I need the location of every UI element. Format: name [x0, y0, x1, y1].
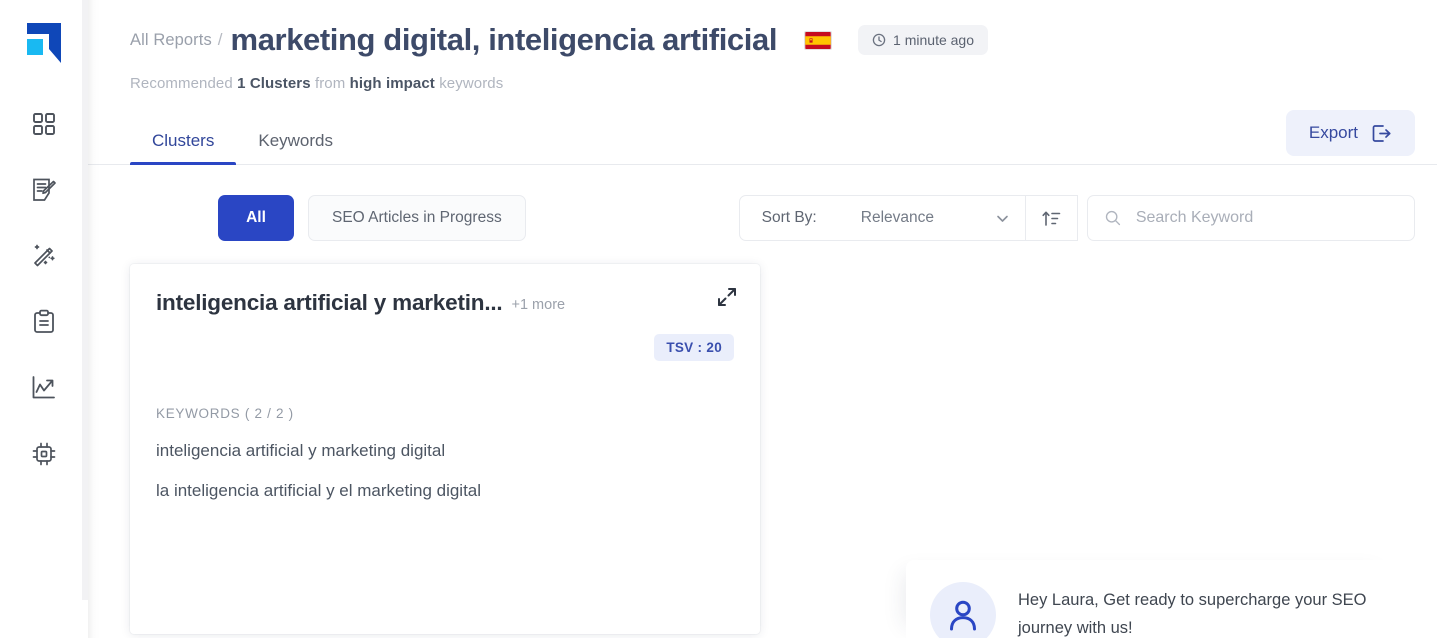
sidebar-item-dashboard[interactable] — [28, 108, 60, 140]
page-subtitle: Recommended 1 Clusters from high impact … — [130, 75, 1437, 92]
title-row: All Reports / marketing digital, intelig… — [130, 22, 1437, 58]
cluster-card[interactable]: inteligencia artificial y marketin... +1… — [130, 264, 760, 634]
search-input[interactable] — [1135, 209, 1398, 227]
filter-bar: All SEO Articles in Progress Sort By: Re… — [88, 195, 1437, 241]
cluster-metrics-row: TSV : 20 — [156, 334, 734, 361]
sidebar-item-analytics[interactable] — [28, 372, 60, 404]
trending-chart-icon — [32, 376, 55, 399]
subtitle-prefix: Recommended — [130, 75, 233, 92]
user-avatar-icon — [950, 600, 976, 631]
breadcrumb-separator: / — [217, 30, 223, 49]
chat-widget[interactable]: Hey Laura, Get ready to supercharge your… — [906, 560, 1403, 638]
expand-diagonal-icon[interactable] — [716, 286, 738, 308]
sidebar-item-automation[interactable] — [28, 438, 60, 470]
subtitle-cluster-count: 1 Clusters — [237, 75, 311, 92]
grid-dashboard-icon — [33, 113, 55, 135]
sort-and-search-controls: Sort By: Relevance — [738, 195, 1415, 241]
cluster-more-badge[interactable]: +1 more — [511, 297, 565, 313]
subtitle-middle: from — [314, 75, 346, 92]
keywords-section-label: KEYWORDS ( 2 / 2 ) — [156, 406, 734, 421]
chevron-down-icon — [994, 210, 1011, 227]
sort-dropdown[interactable]: Sort By: Relevance — [738, 195, 1026, 241]
filter-chip-all[interactable]: All — [218, 195, 294, 241]
sidebar-item-content-editor[interactable] — [28, 174, 60, 206]
clipboard-icon — [34, 309, 54, 333]
sidebar-nav — [28, 108, 60, 470]
flag-spain-icon — [804, 30, 833, 50]
cluster-title: inteligencia artificial y marketin... — [156, 290, 503, 315]
subtitle-emphasis: high impact — [349, 75, 435, 92]
export-arrow-icon — [1372, 124, 1391, 142]
list-item[interactable]: inteligencia artificial y marketing digi… — [156, 441, 734, 461]
cluster-card-header: inteligencia artificial y marketin... +1… — [156, 290, 734, 316]
magic-wand-icon — [34, 244, 55, 267]
sort-label: Sort By: — [761, 209, 817, 226]
timestamp-badge: 1 minute ago — [858, 25, 988, 55]
avatar — [930, 582, 996, 638]
sidebar-item-ai-writer[interactable] — [28, 240, 60, 272]
tab-keywords[interactable]: Keywords — [236, 131, 355, 164]
logo-mark-icon — [27, 23, 61, 63]
filter-chip-seo-articles-in-progress[interactable]: SEO Articles in Progress — [308, 195, 526, 241]
subtitle-suffix: keywords — [439, 75, 504, 92]
list-item[interactable]: la inteligencia artificial y el marketin… — [156, 481, 734, 501]
breadcrumb-all-reports[interactable]: All Reports — [130, 31, 212, 50]
tsv-badge: TSV : 20 — [654, 334, 734, 361]
search-icon — [1105, 210, 1121, 226]
tab-bar: Clusters Keywords Export — [88, 110, 1437, 165]
page-header: All Reports / marketing digital, intelig… — [88, 0, 1437, 92]
export-button-label: Export — [1308, 123, 1358, 142]
main-content: All Reports / marketing digital, intelig… — [88, 0, 1437, 638]
sidebar-scrollbar[interactable] — [82, 0, 88, 600]
sort-ascending-icon — [1042, 211, 1061, 226]
sort-selected-value: Relevance — [860, 209, 934, 226]
chat-message: Hey Laura, Get ready to supercharge your… — [1018, 591, 1367, 638]
keywords-count: ( 2 / 2 ) — [244, 406, 294, 421]
export-button[interactable]: Export — [1285, 110, 1415, 156]
sidebar-item-reports[interactable] — [28, 306, 60, 338]
sidebar — [0, 0, 88, 638]
cpu-chip-icon — [32, 442, 56, 466]
page-title: marketing digital, inteligencia artifici… — [230, 22, 778, 57]
timestamp-text: 1 minute ago — [893, 32, 974, 48]
clock-icon — [872, 33, 886, 47]
sort-direction-button[interactable] — [1026, 195, 1078, 241]
search-field-wrapper[interactable] — [1087, 195, 1415, 241]
document-edit-icon — [33, 178, 56, 201]
tab-clusters[interactable]: Clusters — [130, 131, 237, 165]
keywords-label-text: KEYWORDS — [156, 406, 241, 421]
app-root: All Reports / marketing digital, intelig… — [0, 0, 1437, 638]
app-logo[interactable] — [24, 20, 64, 64]
keywords-list: inteligencia artificial y marketing digi… — [156, 441, 734, 501]
